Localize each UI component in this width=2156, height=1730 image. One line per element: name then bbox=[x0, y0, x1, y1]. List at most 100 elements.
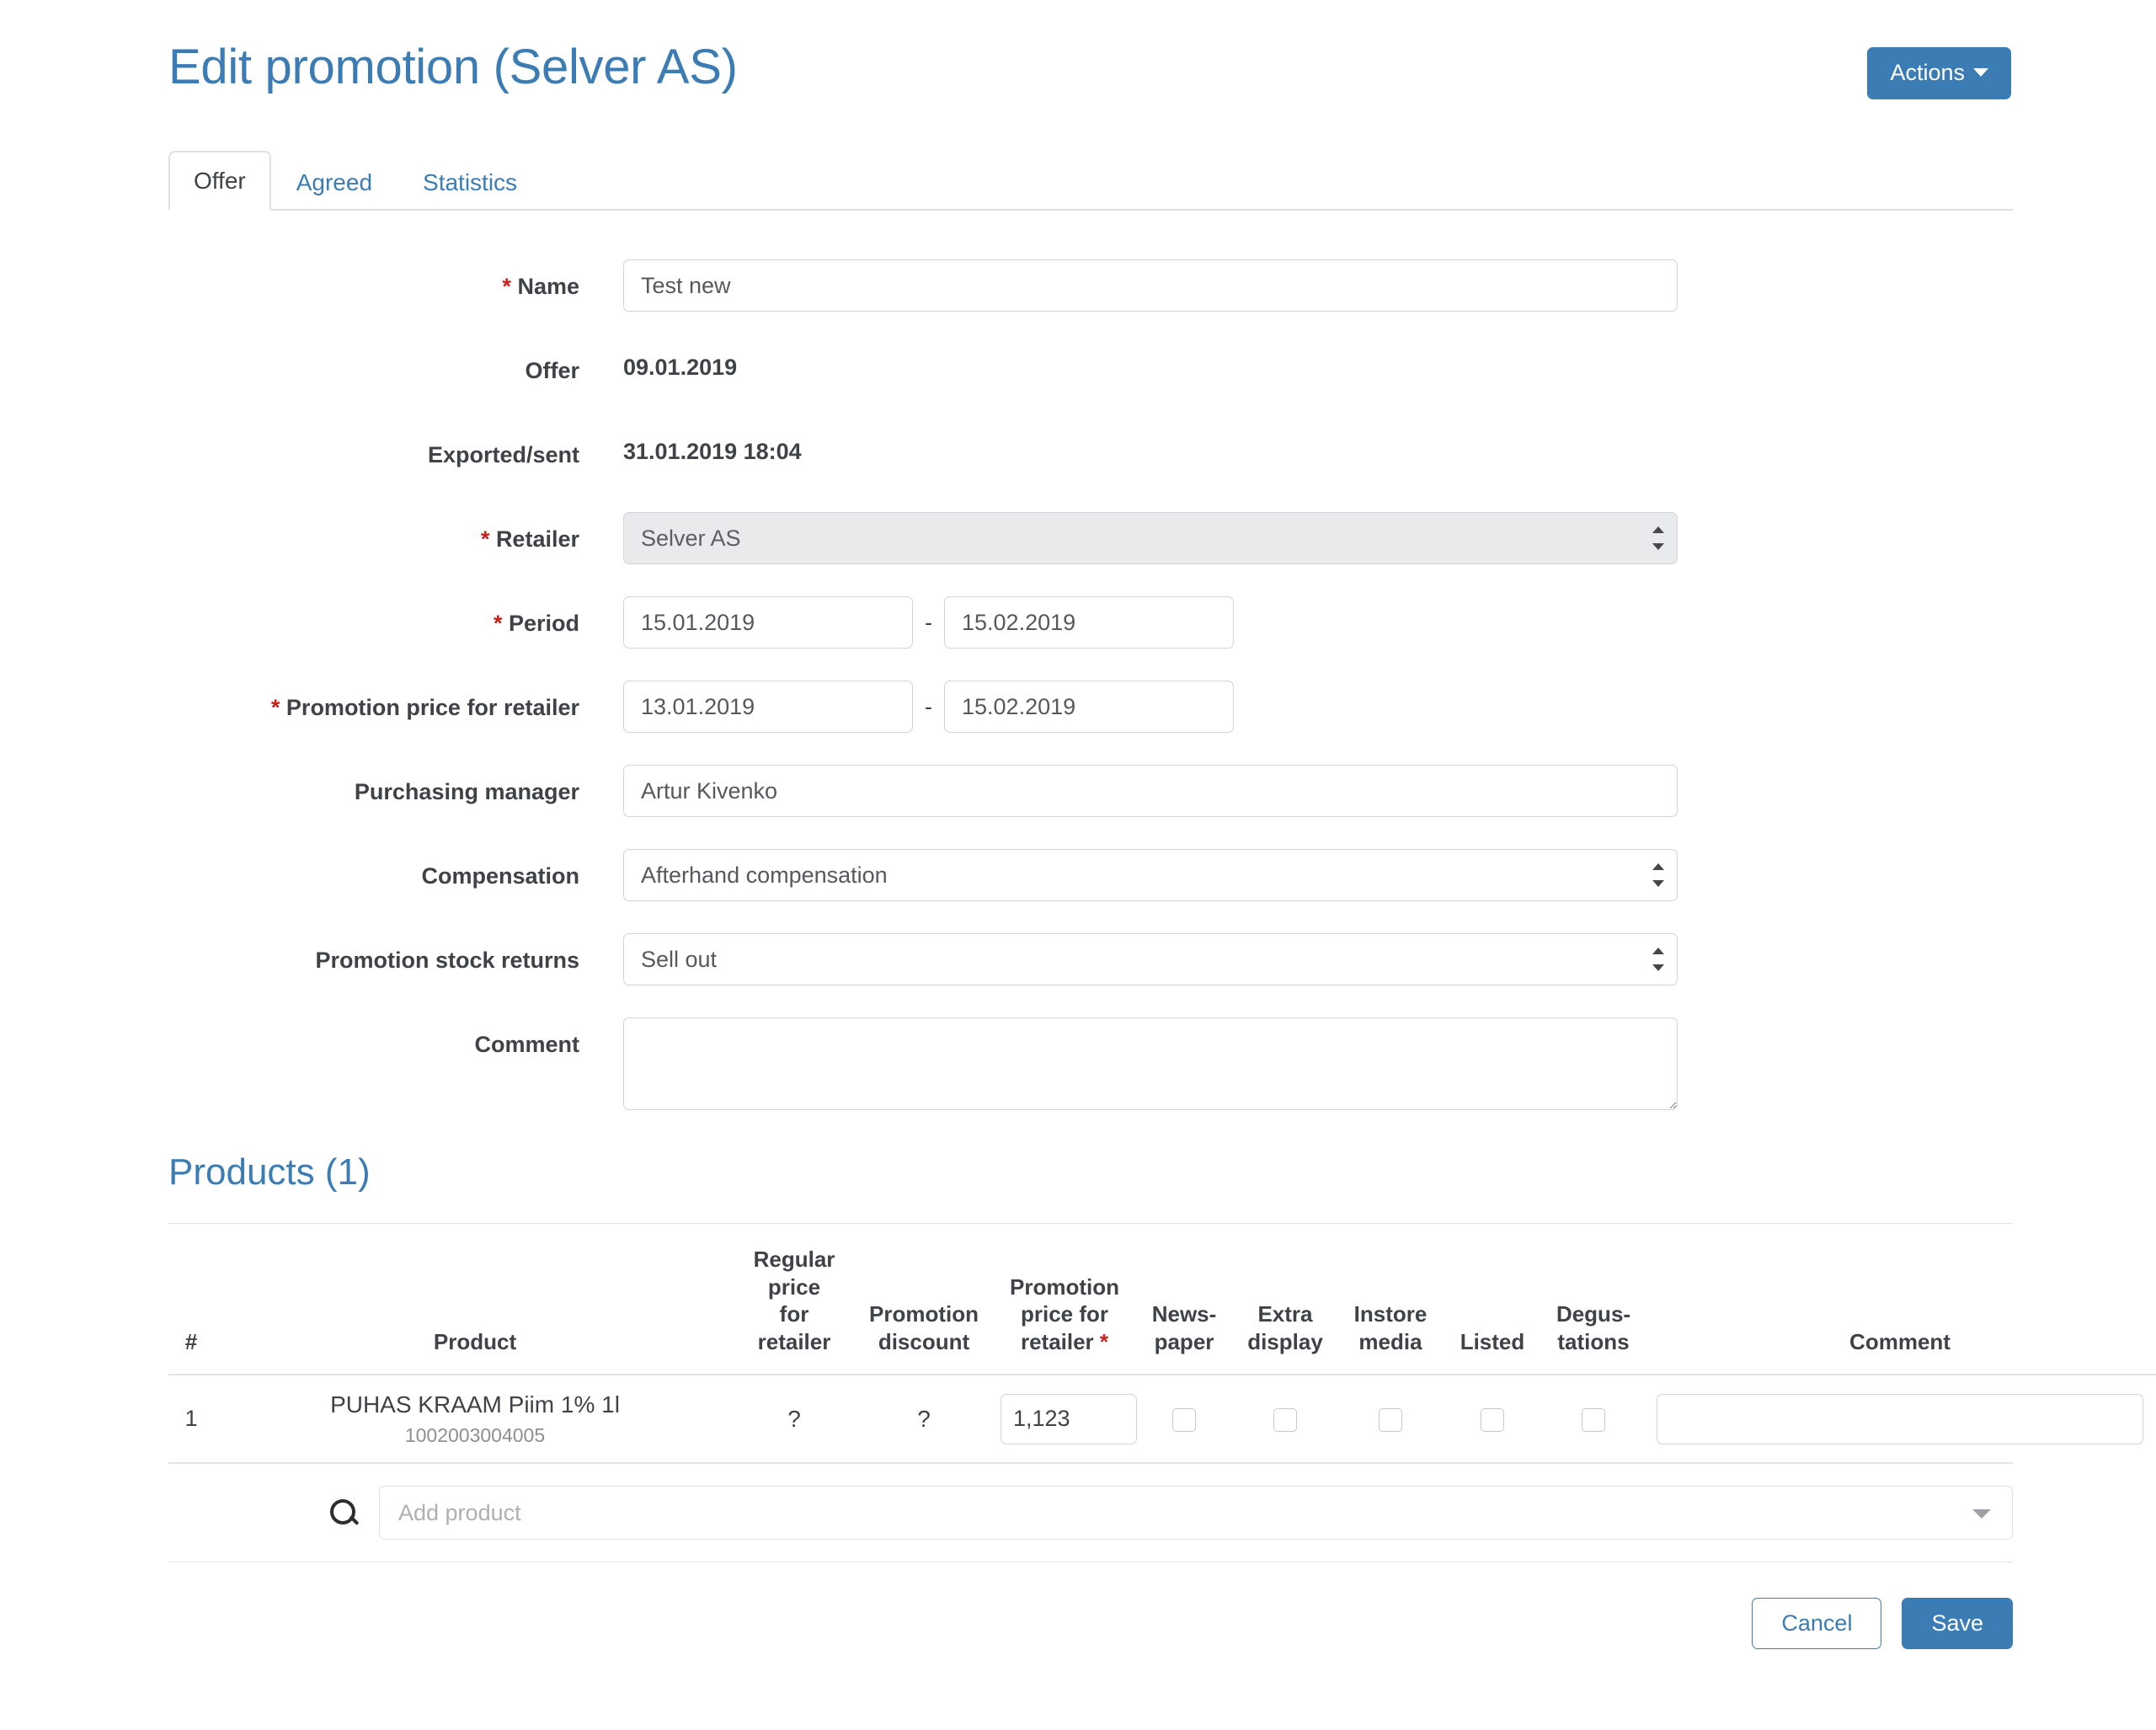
promotion-price-for-retailer-label: * Promotion price for retailer bbox=[168, 681, 623, 721]
col-comment: Comment bbox=[1849, 1328, 1951, 1354]
col-delete bbox=[2153, 1231, 2156, 1375]
products-table-body: 1 PUHAS KRAAM Piim 1% 1l 1002003004005 ?… bbox=[168, 1375, 2156, 1462]
promotion-stock-returns-label: Promotion stock returns bbox=[315, 948, 579, 973]
row-product: PUHAS KRAAM Piim 1% 1l 1002003004005 bbox=[214, 1375, 736, 1462]
offer-label: Offer bbox=[525, 358, 579, 383]
required-marker: * bbox=[270, 695, 280, 720]
period-from-input[interactable] bbox=[623, 596, 913, 649]
products-table: # Product Regular price for retailer Promot… bbox=[168, 1231, 2156, 1462]
col-regular-price: Regular price for retailer bbox=[753, 1247, 835, 1354]
spinner-arrows-icon bbox=[1652, 947, 1664, 972]
col-newspaper: News-paper bbox=[1151, 1301, 1217, 1354]
exported-sent-value: 31.01.2019 18:04 bbox=[623, 439, 802, 464]
listed-checkbox[interactable] bbox=[1481, 1407, 1504, 1432]
product-code: 1002003004005 bbox=[404, 1423, 546, 1446]
form-row-promotion-price-for-retailer: * Promotion price for retailer - bbox=[168, 681, 2013, 733]
promotion-price-to-input[interactable] bbox=[944, 681, 1234, 733]
retailer-select[interactable]: Selver AS bbox=[623, 512, 1678, 564]
form-row-period: * Period - bbox=[168, 596, 2013, 649]
row-instore-media bbox=[1336, 1375, 1445, 1462]
required-marker: * bbox=[1099, 1328, 1109, 1354]
promotion-discount-value: ? bbox=[917, 1405, 931, 1432]
products-header-row: # Product Regular price for retailer Promot… bbox=[168, 1231, 2156, 1375]
tab-bar: Offer Agreed Statistics bbox=[168, 145, 2013, 211]
products-heading: Products (1) bbox=[168, 1151, 371, 1193]
form-row-offer: Offer 09.01.2019 bbox=[168, 344, 2013, 396]
cancel-button[interactable]: Cancel bbox=[1752, 1598, 1882, 1650]
promotion-stock-returns-select-value: Sell out bbox=[623, 933, 1678, 985]
actions-button-label: Actions bbox=[1890, 60, 1965, 85]
name-input[interactable] bbox=[623, 259, 1678, 312]
row-listed bbox=[1445, 1375, 1540, 1462]
search-icon bbox=[328, 1498, 359, 1528]
row-promotion-price bbox=[995, 1375, 1137, 1462]
row-regular-price: ? bbox=[736, 1375, 852, 1462]
col-index: # bbox=[184, 1328, 198, 1354]
required-marker: * bbox=[502, 274, 511, 299]
degustations-checkbox[interactable] bbox=[1582, 1407, 1605, 1432]
promotion-price-for-retailer-label-text: Promotion price for retailer bbox=[286, 695, 579, 720]
row-degustations bbox=[1540, 1375, 1647, 1462]
spinner-arrows-icon bbox=[1652, 526, 1664, 551]
row-delete: ✕ bbox=[2153, 1375, 2156, 1462]
tab-offer[interactable]: Offer bbox=[168, 151, 271, 211]
row-comment bbox=[1647, 1375, 2153, 1462]
comment-label: Comment bbox=[474, 1032, 579, 1057]
period-label: * Period bbox=[168, 596, 623, 637]
period-to-input[interactable] bbox=[944, 596, 1234, 649]
page-title: Edit promotion (Selver AS) bbox=[168, 40, 738, 94]
promotion-stock-returns-select[interactable]: Sell out bbox=[623, 933, 1678, 985]
compensation-select-value: Afterhand compensation bbox=[623, 849, 1678, 901]
page-header: Edit promotion (Selver AS) Actions bbox=[168, 0, 2013, 109]
add-product-select[interactable]: Add product bbox=[379, 1486, 2013, 1540]
app-page: Edit promotion (Selver AS) Actions Offer… bbox=[0, 0, 2156, 1730]
compensation-label: Compensation bbox=[421, 863, 579, 889]
promotion-form: * Name Offer 09.01.2019 Exported/sent 31… bbox=[168, 259, 2013, 1110]
retailer-label: * Retailer bbox=[168, 512, 623, 553]
products-divider bbox=[168, 1223, 2013, 1224]
period-label-text: Period bbox=[508, 611, 579, 636]
table-row: 1 PUHAS KRAAM Piim 1% 1l 1002003004005 ?… bbox=[168, 1375, 2156, 1462]
chevron-down-icon bbox=[1973, 67, 1988, 77]
newspaper-checkbox[interactable] bbox=[1172, 1407, 1196, 1432]
col-degustations: Degus-tations bbox=[1556, 1301, 1631, 1354]
row-promotion-discount: ? bbox=[852, 1375, 995, 1462]
period-separator: - bbox=[925, 610, 932, 635]
col-product: Product bbox=[433, 1328, 517, 1354]
name-label: * Name bbox=[168, 259, 623, 300]
col-extra-display: Extra display bbox=[1247, 1301, 1323, 1354]
regular-price-value: ? bbox=[787, 1405, 801, 1432]
retailer-select-value: Selver AS bbox=[623, 512, 1678, 564]
promotion-price-from-input[interactable] bbox=[623, 681, 913, 733]
form-row-compensation: Compensation Afterhand compensation bbox=[168, 849, 2013, 901]
form-row-exported-sent: Exported/sent 31.01.2019 18:04 bbox=[168, 428, 2013, 480]
row-comment-input[interactable] bbox=[1657, 1393, 2143, 1444]
exported-sent-label: Exported/sent bbox=[427, 442, 579, 467]
form-row-promotion-stock-returns: Promotion stock returns Sell out bbox=[168, 933, 2013, 985]
comment-textarea[interactable] bbox=[623, 1017, 1678, 1110]
col-promotion-discount: Promotion discount bbox=[869, 1301, 979, 1354]
form-footer: Cancel Save bbox=[168, 1562, 2013, 1650]
actions-button[interactable]: Actions bbox=[1867, 47, 2011, 99]
instore-media-checkbox[interactable] bbox=[1379, 1407, 1402, 1432]
form-row-comment: Comment bbox=[168, 1017, 2013, 1110]
extra-display-checkbox[interactable] bbox=[1273, 1407, 1297, 1432]
required-marker: * bbox=[480, 526, 490, 552]
spinner-arrows-icon bbox=[1652, 862, 1664, 888]
required-marker: * bbox=[493, 611, 503, 636]
name-label-text: Name bbox=[517, 274, 579, 299]
add-product-placeholder: Add product bbox=[379, 1486, 2013, 1540]
purchasing-manager-input[interactable] bbox=[623, 765, 1678, 817]
products-table-head: # Product Regular price for retailer Promot… bbox=[168, 1231, 2156, 1375]
retailer-label-text: Retailer bbox=[495, 526, 579, 552]
purchasing-manager-label: Purchasing manager bbox=[354, 779, 579, 804]
compensation-select[interactable]: Afterhand compensation bbox=[623, 849, 1678, 901]
form-row-purchasing-manager: Purchasing manager bbox=[168, 765, 2013, 817]
row-extra-display bbox=[1235, 1375, 1336, 1462]
tab-agreed[interactable]: Agreed bbox=[271, 152, 398, 211]
content-container: Edit promotion (Selver AS) Actions Offer… bbox=[168, 0, 2156, 1650]
tab-statistics[interactable]: Statistics bbox=[398, 152, 542, 211]
promotion-price-input[interactable] bbox=[1001, 1393, 1137, 1444]
save-button[interactable]: Save bbox=[1902, 1598, 2013, 1650]
form-row-retailer: * Retailer Selver AS bbox=[168, 512, 2013, 564]
